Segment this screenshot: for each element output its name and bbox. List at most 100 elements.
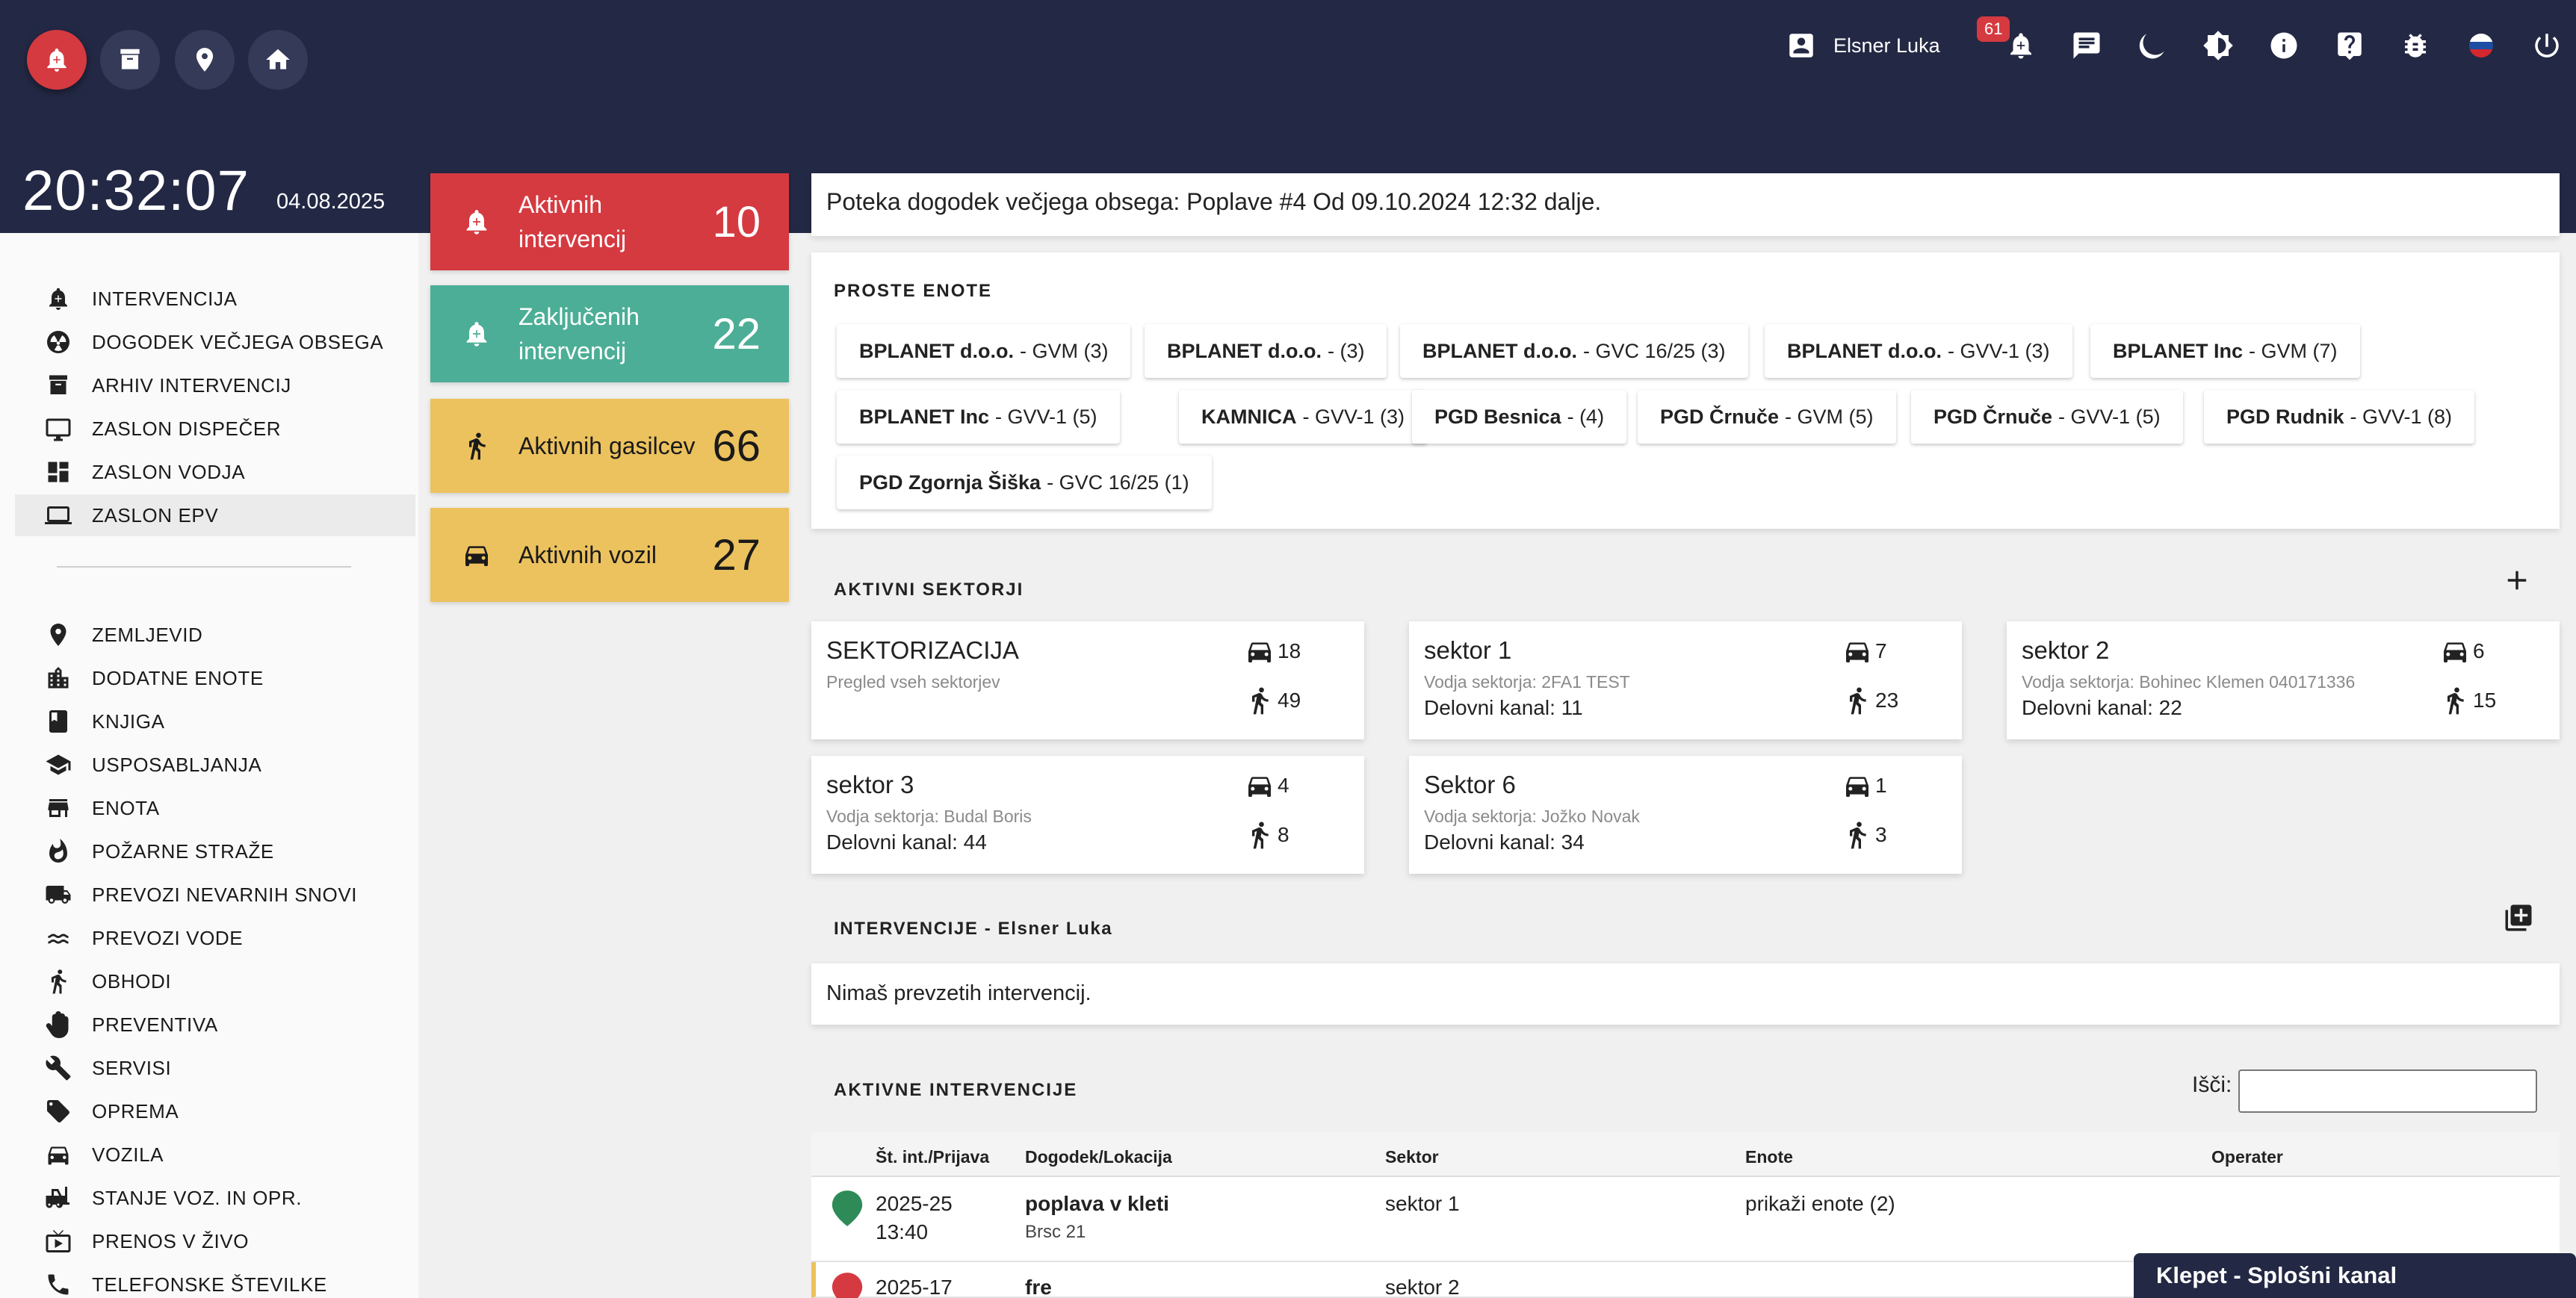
- unit-chip[interactable]: BPLANET Inc - GVM (7): [2090, 324, 2360, 378]
- notifications-icon: [2010, 33, 2031, 59]
- water-icon: [48, 934, 69, 944]
- sidebar-item-obhodi[interactable]: OBHODI: [15, 960, 415, 1002]
- unit-chip[interactable]: PGD Črnuče - GVM (5): [1638, 390, 1896, 444]
- sector-title: sektor 2: [2022, 636, 2110, 664]
- stat-card-closed-interventions[interactable]: Zaključenih intervencij 22: [430, 285, 789, 382]
- sidebar-item-arhiv[interactable]: ARHIV INTERVENCIJ: [15, 364, 415, 406]
- walk-icon: [2447, 687, 2464, 715]
- sidebar-item-label: PREVOZI NEVARNIH SNOVI: [92, 883, 358, 906]
- sector-card[interactable]: sektor 3 Vodja sektorja: Budal Boris Del…: [811, 756, 1364, 874]
- hand-icon: [46, 1011, 69, 1038]
- unit-chip[interactable]: BPLANET d.o.o. - GVC 16/25 (3): [1400, 324, 1748, 378]
- dashboard-icon: [48, 462, 69, 482]
- map-button[interactable]: [175, 30, 235, 90]
- sidebar-item-intervencija[interactable]: INTERVENCIJA: [15, 278, 415, 320]
- bug-report-button[interactable]: [2397, 27, 2434, 64]
- column-header[interactable]: Enote: [1745, 1147, 1793, 1167]
- sidebar-item-prevozi-vode[interactable]: PREVOZI VODE: [15, 917, 415, 959]
- column-header[interactable]: Dogodek/Lokacija: [1025, 1147, 1172, 1167]
- brightness-button[interactable]: [2199, 27, 2237, 64]
- notifications-button[interactable]: [2002, 27, 2040, 64]
- sidebar-item-servisi[interactable]: SERVISI: [15, 1047, 415, 1089]
- column-header[interactable]: Sektor: [1385, 1147, 1439, 1167]
- stat-card-active-firefighters[interactable]: Aktivnih gasilcev 66: [430, 399, 789, 493]
- sector-vehicles: 7: [1842, 636, 1887, 666]
- unit-chip[interactable]: PGD Zgornja Šiška - GVC 16/25 (1): [837, 456, 1212, 509]
- search-input[interactable]: [2238, 1069, 2537, 1113]
- sector-people-count: 23: [1875, 689, 1899, 712]
- sidebar-item-zaslon-dispecer[interactable]: ZASLON DISPEČER: [15, 408, 415, 450]
- sidebar-item-pozarne-straze[interactable]: POŽARNE STRAŽE: [15, 830, 415, 872]
- user-menu[interactable]: Elsner Luka: [1786, 27, 1940, 64]
- car-icon: [465, 546, 488, 566]
- search-label: Išči:: [2192, 1072, 2232, 1097]
- sidebar-item-vozila[interactable]: VOZILA: [15, 1134, 415, 1176]
- unit-chip-name: KAMNICA: [1201, 405, 1297, 428]
- intervention-event: poplava v kleti: [1025, 1192, 1169, 1215]
- sidebar-item-dogodek[interactable]: DOGODEK VEČJEGA OBSEGA: [15, 321, 415, 363]
- info-button[interactable]: [2265, 27, 2303, 64]
- table-row[interactable]: 2025-25 13:40 poplava v kleti Brsc 21 se…: [811, 1177, 2560, 1262]
- archive-button[interactable]: [100, 30, 160, 90]
- unit-chip[interactable]: PGD Črnuče - GVV-1 (5): [1911, 390, 2183, 444]
- map-pin-icon: [832, 1190, 863, 1226]
- sidebar-item-zaslon-vodja[interactable]: ZASLON VODJA: [15, 451, 415, 493]
- add-sector-button[interactable]: [2501, 565, 2533, 600]
- sidebar-item-zaslon-epv[interactable]: ZASLON EPV: [15, 494, 415, 536]
- language-button[interactable]: [2462, 27, 2500, 64]
- unit-chip[interactable]: BPLANET Inc - GVV-1 (5): [837, 390, 1120, 444]
- column-header[interactable]: Operater: [2211, 1147, 2283, 1167]
- sector-channel: Delovni kanal: 22: [2022, 696, 2182, 719]
- sidebar-item-label: STANJE VOZ. IN OPR.: [92, 1186, 303, 1209]
- sidebar-item-usposabljanja[interactable]: USPOSABLJANJA: [15, 744, 415, 786]
- unit-chip-detail: - GVV-1 (3): [1947, 339, 2050, 362]
- dark-mode-button[interactable]: [2134, 27, 2171, 64]
- walk-icon: [1850, 822, 1866, 849]
- unit-chip[interactable]: PGD Besnica - (4): [1412, 390, 1627, 444]
- home-button[interactable]: [248, 30, 308, 90]
- sidebar-item-oprema[interactable]: OPREMA: [15, 1090, 415, 1132]
- sector-people-count: 8: [1278, 823, 1289, 846]
- car-icon: [1248, 642, 1271, 662]
- sector-people-count: 49: [1278, 689, 1301, 712]
- sector-card[interactable]: Sektor 6 Vodja sektorja: Jožko Novak Del…: [1409, 756, 1962, 874]
- sidebar-item-preventiva[interactable]: PREVENTIVA: [15, 1004, 415, 1046]
- unit-chip-detail: - GVV-1 (5): [995, 405, 1097, 428]
- sidebar-item-prenos-v-zivo[interactable]: PRENOS V ŽIVO: [15, 1220, 415, 1262]
- help-button[interactable]: [2331, 27, 2368, 64]
- unit-chip[interactable]: PGD Rudnik - GVV-1 (8): [2204, 390, 2475, 444]
- unit-chip[interactable]: BPLANET d.o.o. - GVV-1 (3): [1765, 324, 2072, 378]
- sidebar-item-knjiga[interactable]: KNJIGA: [15, 701, 415, 742]
- sector-subtitle: Vodja sektorja: Budal Boris: [826, 807, 1032, 826]
- sector-card[interactable]: SEKTORIZACIJA Pregled vseh sektorjev 18 …: [811, 621, 1364, 739]
- sidebar-item-enota[interactable]: ENOTA: [15, 787, 415, 829]
- major-event-banner[interactable]: Poteka dogodek večjega obsega: Poplave #…: [811, 173, 2560, 236]
- building-icon: [48, 667, 69, 689]
- sidebar-item-prevozi-nevarnih[interactable]: PREVOZI NEVARNIH SNOVI: [15, 874, 415, 916]
- sidebar-item-dodatne-enote[interactable]: DODATNE ENOTE: [15, 657, 415, 699]
- sidebar-item-label: TELEFONSKE ŠTEVILKE: [92, 1273, 327, 1296]
- show-units-link[interactable]: prikaži enote (2): [1745, 1192, 1895, 1216]
- unit-chip[interactable]: KAMNICA - GVV-1 (3): [1179, 390, 1428, 444]
- new-intervention-button[interactable]: [27, 30, 87, 90]
- take-over-button[interactable]: [2503, 902, 2534, 937]
- chat-button[interactable]: [2068, 27, 2105, 64]
- unit-chip-detail: - GVM (3): [1019, 339, 1109, 362]
- unit-chip[interactable]: BPLANET d.o.o. - GVM (3): [837, 324, 1131, 378]
- sidebar-item-stanje-voz[interactable]: STANJE VOZ. IN OPR.: [15, 1177, 415, 1219]
- car-icon: [1248, 777, 1271, 797]
- sector-card[interactable]: sektor 2 Vodja sektorja: Bohinec Klemen …: [2007, 621, 2560, 739]
- chat-panel-toggle[interactable]: Klepet - Splošni kanal: [2134, 1253, 2576, 1298]
- unit-chip[interactable]: BPLANET d.o.o. - (3): [1145, 324, 1387, 378]
- stat-card-active-vehicles[interactable]: Aktivnih vozil 27: [430, 508, 789, 602]
- sidebar-item-telefonske[interactable]: TELEFONSKE ŠTEVILKE: [15, 1264, 415, 1298]
- unit-chip-name: PGD Črnuče: [1933, 405, 2053, 428]
- sector-card[interactable]: sektor 1 Vodja sektorja: 2FA1 TEST Delov…: [1409, 621, 1962, 739]
- column-header[interactable]: Št. int./Prijava: [876, 1147, 989, 1167]
- sidebar-item-zemljevid[interactable]: ZEMLJEVID: [15, 614, 415, 656]
- stat-value: 22: [712, 309, 761, 358]
- stat-card-active-interventions[interactable]: Aktivnih intervencij 10: [430, 173, 789, 270]
- logout-button[interactable]: [2528, 27, 2566, 64]
- laptop-icon: [45, 506, 72, 524]
- intervention-sector: sektor 2: [1385, 1276, 1460, 1298]
